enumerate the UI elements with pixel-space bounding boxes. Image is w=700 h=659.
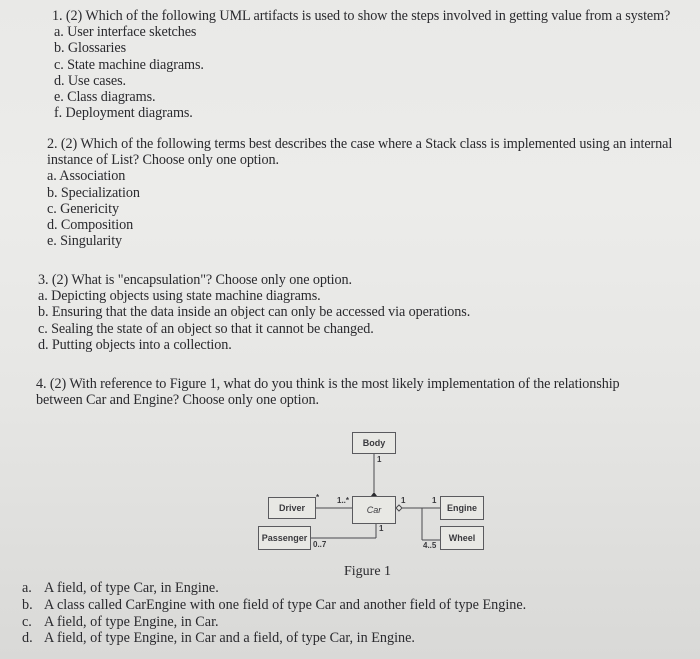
question-2-stem-line-1: 2. (2) Which of the following terms best… bbox=[47, 136, 673, 152]
option-text: A field, of type Car, in Engine. bbox=[44, 580, 219, 596]
option-letter: a. bbox=[22, 580, 32, 596]
question-1-option-f: f. Deployment diagrams. bbox=[54, 105, 193, 122]
option-letter: d. bbox=[22, 630, 33, 647]
question-1: 1. (2) Which of the following UML artifa… bbox=[52, 8, 670, 121]
multiplicity-passenger-end: 0..7 bbox=[313, 540, 327, 549]
multiplicity-driver-end: * bbox=[316, 493, 320, 502]
question-2-stem-line-2: instance of List? Choose only one option… bbox=[47, 152, 279, 169]
question-3-option-a: a. Depicting objects using state machine… bbox=[38, 288, 321, 305]
question-3-option-d: d. Putting objects into a collection. bbox=[38, 336, 232, 353]
multiplicity-car-passenger-end: 1 bbox=[379, 524, 384, 533]
option-text: A field, of type Engine, in Car and a fi… bbox=[44, 630, 415, 647]
question-2-option-a: a. Association bbox=[47, 168, 126, 185]
aggregation-diamond-icon bbox=[395, 504, 403, 512]
option-text: A field, of type Engine, in Car. bbox=[44, 613, 219, 630]
question-1-option-b: b. Glossaries bbox=[54, 40, 126, 57]
question-3-stem: 3. (2) What is "encapsulation"? Choose o… bbox=[38, 272, 352, 288]
multiplicity-engine-end: 1 bbox=[432, 496, 437, 505]
question-1-option-e: e. Class diagrams. bbox=[54, 89, 156, 106]
question-2-option-c: c. Genericity bbox=[47, 200, 119, 217]
question-4-stem-line-2: between Car and Engine? Choose only one … bbox=[36, 392, 319, 409]
question-2-option-b: b. Specialization bbox=[47, 184, 140, 201]
multiplicity-car-engine-end: 1 bbox=[401, 496, 406, 505]
question-1-stem: 1. (2) Which of the following UML artifa… bbox=[52, 8, 671, 24]
uml-class-passenger: Passenger bbox=[258, 526, 311, 550]
question-4-options: a. A field, of type Car, in Engine. b. A… bbox=[22, 580, 526, 647]
figure-caption: Figure 1 bbox=[344, 564, 392, 579]
question-4-option-d: d. A field, of type Engine, in Car and a… bbox=[22, 630, 526, 647]
question-4-option-b: b. A class called CarEngine with one fie… bbox=[22, 597, 526, 614]
question-2: 2. (2) Which of the following terms best… bbox=[47, 136, 672, 249]
option-text: A class called CarEngine with one field … bbox=[44, 596, 527, 613]
question-1-option-a: a. User interface sketches bbox=[54, 24, 197, 41]
uml-class-engine: Engine bbox=[440, 496, 484, 520]
question-4: 4. (2) With reference to Figure 1, what … bbox=[36, 376, 676, 408]
multiplicity-car-driver-end: 1..* bbox=[337, 496, 350, 505]
option-letter: c. bbox=[22, 613, 32, 630]
option-letter: b. bbox=[22, 596, 33, 613]
multiplicity-wheel-end: 4..5 bbox=[423, 541, 437, 550]
question-2-option-e: e. Singularity bbox=[47, 233, 123, 250]
question-4-stem-line-1: 4. (2) With reference to Figure 1, what … bbox=[36, 376, 620, 392]
uml-class-car: Car bbox=[352, 496, 396, 524]
question-4-option-a: a. A field, of type Car, in Engine. bbox=[22, 580, 526, 597]
uml-class-wheel: Wheel bbox=[440, 526, 484, 550]
uml-class-body: Body bbox=[352, 432, 396, 454]
question-3: 3. (2) What is "encapsulation"? Choose o… bbox=[38, 272, 470, 353]
composition-diamond-icon bbox=[371, 492, 377, 500]
multiplicity-body-end: 1 bbox=[377, 455, 382, 464]
question-4-option-c: c. A field, of type Engine, in Car. bbox=[22, 614, 526, 631]
uml-class-driver: Driver bbox=[268, 497, 316, 519]
question-3-option-b: b. Ensuring that the data inside an obje… bbox=[38, 304, 471, 321]
question-3-option-c: c. Sealing the state of an object so tha… bbox=[38, 320, 374, 337]
question-2-option-d: d. Composition bbox=[47, 217, 134, 234]
question-1-option-c: c. State machine diagrams. bbox=[54, 56, 204, 73]
question-1-option-d: d. Use cases. bbox=[54, 72, 126, 89]
